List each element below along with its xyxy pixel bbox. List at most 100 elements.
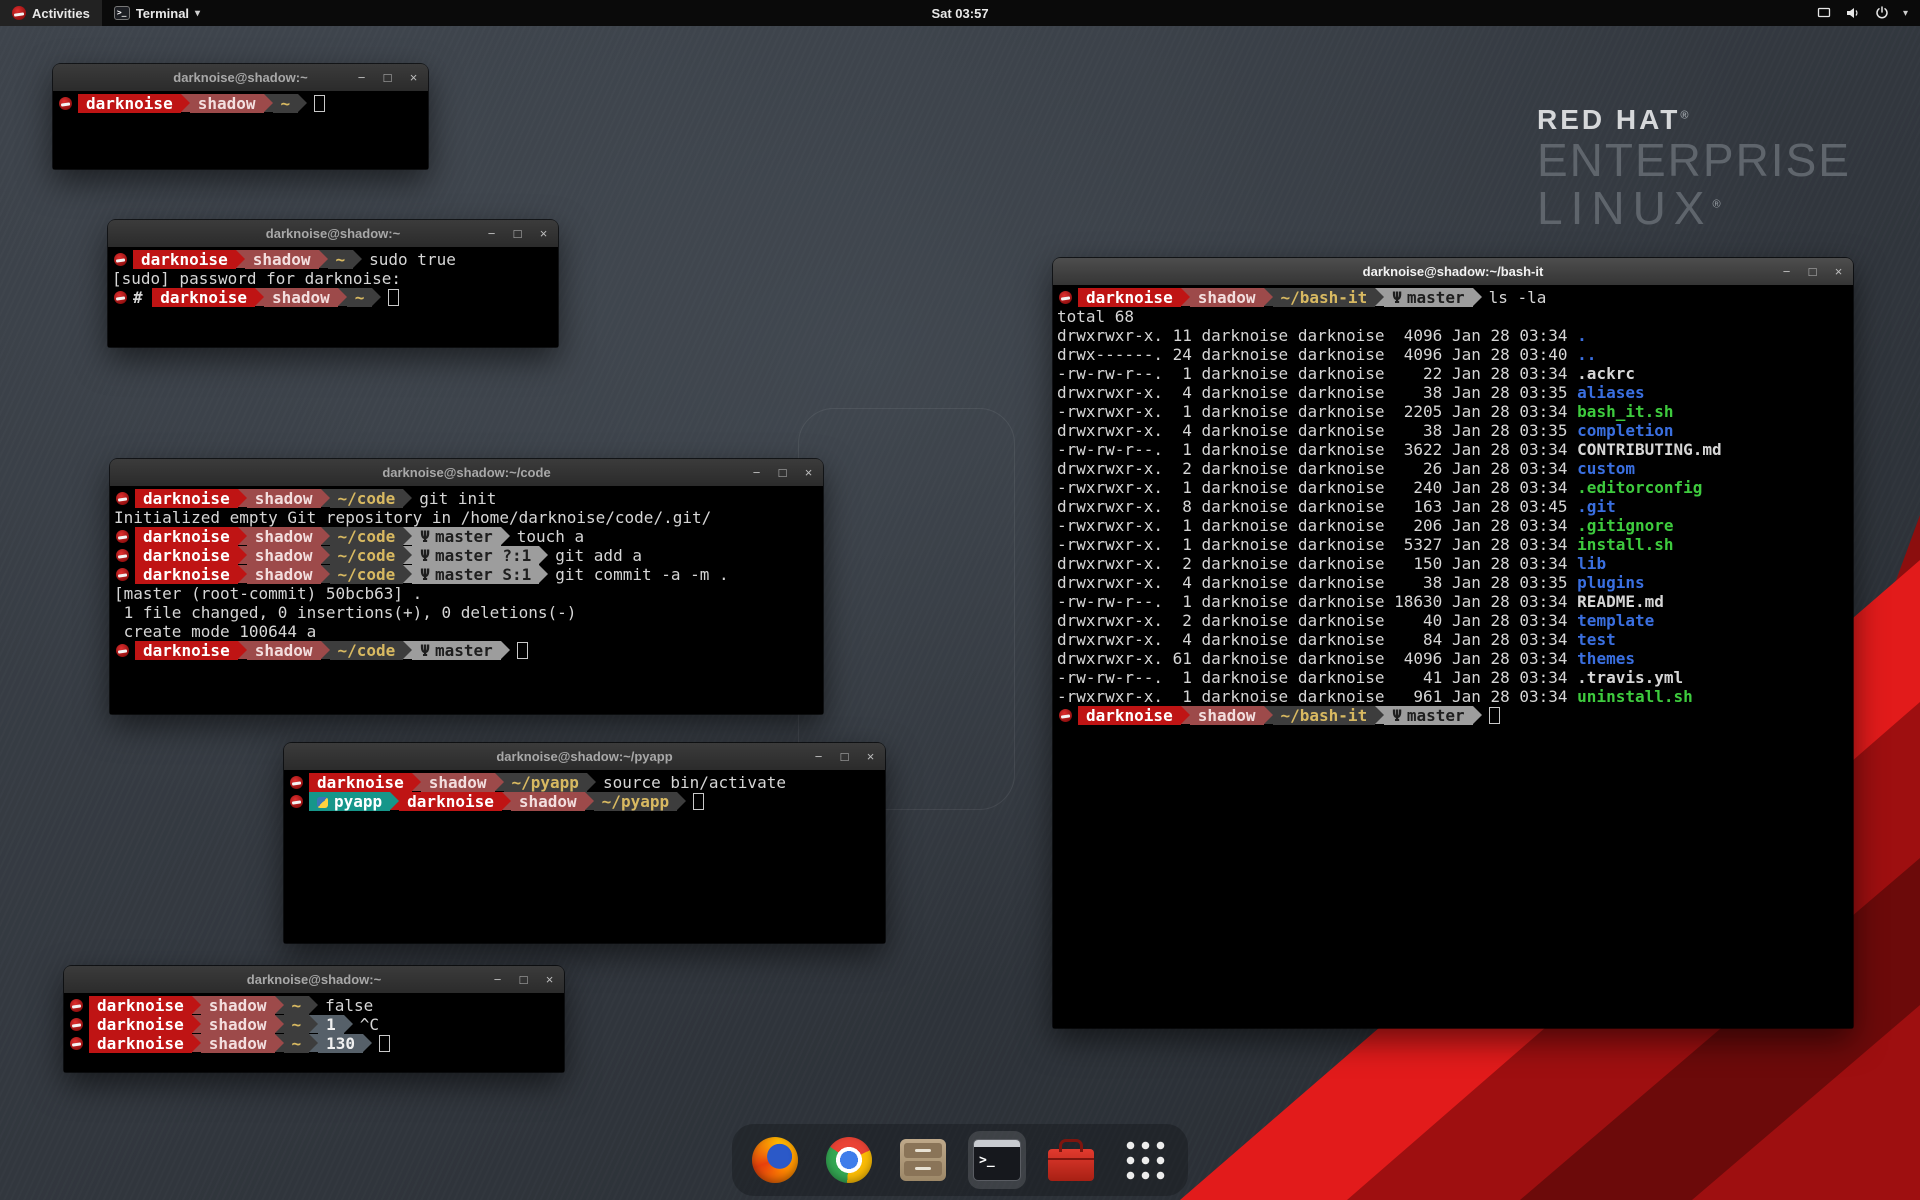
powerline-separator	[309, 1034, 318, 1052]
window-title: darknoise@shadow:~/bash-it	[1363, 264, 1544, 279]
executable-name: .gitignore	[1577, 516, 1673, 535]
close-button[interactable]: ×	[537, 220, 550, 247]
executable-name: uninstall.sh	[1577, 687, 1693, 706]
minimize-button[interactable]: −	[355, 64, 368, 91]
prompt-host-segment: shadow	[247, 527, 321, 546]
terminal-content[interactable]: darknoiseshadow~sudo true[sudo] password…	[108, 247, 558, 347]
prompt-user-segment: darknoise	[89, 1034, 192, 1053]
directory-name: custom	[1577, 459, 1635, 478]
maximize-button[interactable]: □	[517, 966, 530, 993]
terminal-line: -rwxrwxr-x. 1 darknoise darknoise 961 Ja…	[1057, 687, 1851, 706]
terminal-line: darknoiseshadow~	[57, 94, 426, 113]
powerline-separator	[412, 773, 421, 791]
powerline-separator	[372, 288, 381, 306]
powerline-separator	[238, 641, 247, 659]
dock-item-toolbox[interactable]	[1042, 1131, 1100, 1189]
prompt-host-segment: shadow	[264, 288, 338, 307]
window-titlebar[interactable]: darknoise@shadow:~ − □ ×	[64, 966, 564, 994]
powerline-separator	[238, 489, 247, 507]
close-button[interactable]: ×	[543, 966, 556, 993]
activities-button[interactable]: Activities	[0, 0, 102, 26]
terminal-line: darknoiseshadow~/codegit init	[114, 489, 821, 508]
app-menu[interactable]: >_ Terminal ▾	[102, 0, 212, 26]
close-button[interactable]: ×	[802, 459, 815, 486]
powerline-separator	[363, 1034, 372, 1052]
terminal-line: darknoiseshadow~130	[68, 1034, 562, 1053]
minimize-button[interactable]: −	[812, 743, 825, 770]
redhat-prompt-icon	[1059, 291, 1072, 304]
executable-name: .editorconfig	[1577, 478, 1702, 497]
command-text: ^C	[360, 1015, 379, 1034]
redhat-prompt-icon	[116, 492, 129, 505]
close-button[interactable]: ×	[407, 64, 420, 91]
powerline-separator	[1375, 288, 1384, 306]
terminal-line: drwx------. 24 darknoise darknoise 4096 …	[1057, 345, 1851, 364]
prompt-exit-status-segment: 1	[318, 1015, 344, 1034]
powerline-separator	[238, 527, 247, 545]
maximize-button[interactable]: □	[511, 220, 524, 247]
redhat-prompt-icon	[114, 291, 127, 304]
dock-item-firefox[interactable]	[746, 1131, 804, 1189]
minimize-button[interactable]: −	[491, 966, 504, 993]
window-titlebar[interactable]: darknoise@shadow:~/code − □ ×	[110, 459, 823, 487]
powerline-separator	[1375, 706, 1384, 724]
maximize-button[interactable]: □	[776, 459, 789, 486]
dock-item-terminal[interactable]: >_	[968, 1131, 1026, 1189]
output-text: create mode 100644 a	[114, 622, 316, 641]
chrome-icon	[826, 1137, 872, 1183]
display-icon[interactable]	[1816, 5, 1832, 21]
terminal-content[interactable]: darknoiseshadow~/bash-itΨmasterls -latot…	[1053, 285, 1853, 1028]
volume-icon[interactable]	[1845, 5, 1861, 21]
prompt-host-segment: shadow	[245, 250, 319, 269]
prompt-host-segment: shadow	[1190, 288, 1264, 307]
command-text: ls -la	[1489, 288, 1547, 307]
powerline-separator	[275, 1015, 284, 1033]
terminal-window-exitcode: darknoise@shadow:~ − □ × darknoiseshadow…	[64, 966, 564, 1072]
window-titlebar[interactable]: darknoise@shadow:~ − □ ×	[53, 64, 428, 92]
app-grid-icon	[1123, 1138, 1168, 1183]
terminal-content[interactable]: darknoiseshadow~falsedarknoiseshadow~1^C…	[64, 993, 564, 1072]
terminal-line: drwxrwxr-x. 4 darknoise darknoise 84 Jan…	[1057, 630, 1851, 649]
terminal-line: drwxrwxr-x. 11 darknoise darknoise 4096 …	[1057, 326, 1851, 345]
terminal-line: drwxrwxr-x. 8 darknoise darknoise 163 Ja…	[1057, 497, 1851, 516]
output-text: -rwxrwxr-x. 1 darknoise darknoise 206 Ja…	[1057, 516, 1577, 535]
terminal-line: total 68	[1057, 307, 1851, 326]
terminal-content[interactable]: darknoiseshadow~/codegit initInitialized…	[110, 486, 823, 714]
window-titlebar[interactable]: darknoise@shadow:~/pyapp − □ ×	[284, 743, 885, 771]
redhat-prompt-icon	[116, 644, 129, 657]
maximize-button[interactable]: □	[1806, 258, 1819, 285]
minimize-button[interactable]: −	[1780, 258, 1793, 285]
prompt-host-segment: shadow	[511, 792, 585, 811]
terminal-app-icon: >_	[973, 1139, 1021, 1181]
powerline-separator	[298, 94, 307, 112]
maximize-button[interactable]: □	[381, 64, 394, 91]
terminal-content[interactable]: darknoiseshadow~	[53, 91, 428, 169]
power-icon[interactable]	[1874, 5, 1890, 21]
minimize-button[interactable]: −	[750, 459, 763, 486]
terminal-content[interactable]: darknoiseshadow~/pyappsource bin/activat…	[284, 770, 885, 943]
brand-enterprise: ENTERPRISE	[1537, 136, 1851, 184]
output-text: -rwxrwxr-x. 1 darknoise darknoise 5327 J…	[1057, 535, 1577, 554]
terminal-line: -rwxrwxr-x. 1 darknoise darknoise 2205 J…	[1057, 402, 1851, 421]
dock-item-files[interactable]	[894, 1131, 952, 1189]
window-titlebar[interactable]: darknoise@shadow:~/bash-it − □ ×	[1053, 258, 1853, 286]
clock[interactable]: Sat 03:57	[0, 6, 1920, 21]
rhel-branding: RED HAT® ENTERPRISE LINUX®	[1537, 104, 1851, 233]
redhat-prompt-icon	[1059, 709, 1072, 722]
dock-item-app-grid[interactable]	[1116, 1131, 1174, 1189]
window-titlebar[interactable]: darknoise@shadow:~ − □ ×	[108, 220, 558, 248]
terminal-cursor	[379, 1035, 390, 1052]
terminal-cursor	[693, 793, 704, 810]
close-button[interactable]: ×	[1832, 258, 1845, 285]
close-button[interactable]: ×	[864, 743, 877, 770]
prompt-path-segment: ~/bash-it	[1273, 288, 1376, 307]
prompt-git-segment: Ψmaster	[1384, 706, 1472, 725]
terminal-line: darknoiseshadow~/codeΨmaster ?:1git add …	[114, 546, 821, 565]
powerline-separator	[321, 546, 330, 564]
minimize-button[interactable]: −	[485, 220, 498, 247]
prompt-user-segment: darknoise	[89, 1015, 192, 1034]
maximize-button[interactable]: □	[838, 743, 851, 770]
directory-name: themes	[1577, 649, 1635, 668]
prompt-user-segment: darknoise	[133, 250, 236, 269]
dock-item-chrome[interactable]	[820, 1131, 878, 1189]
